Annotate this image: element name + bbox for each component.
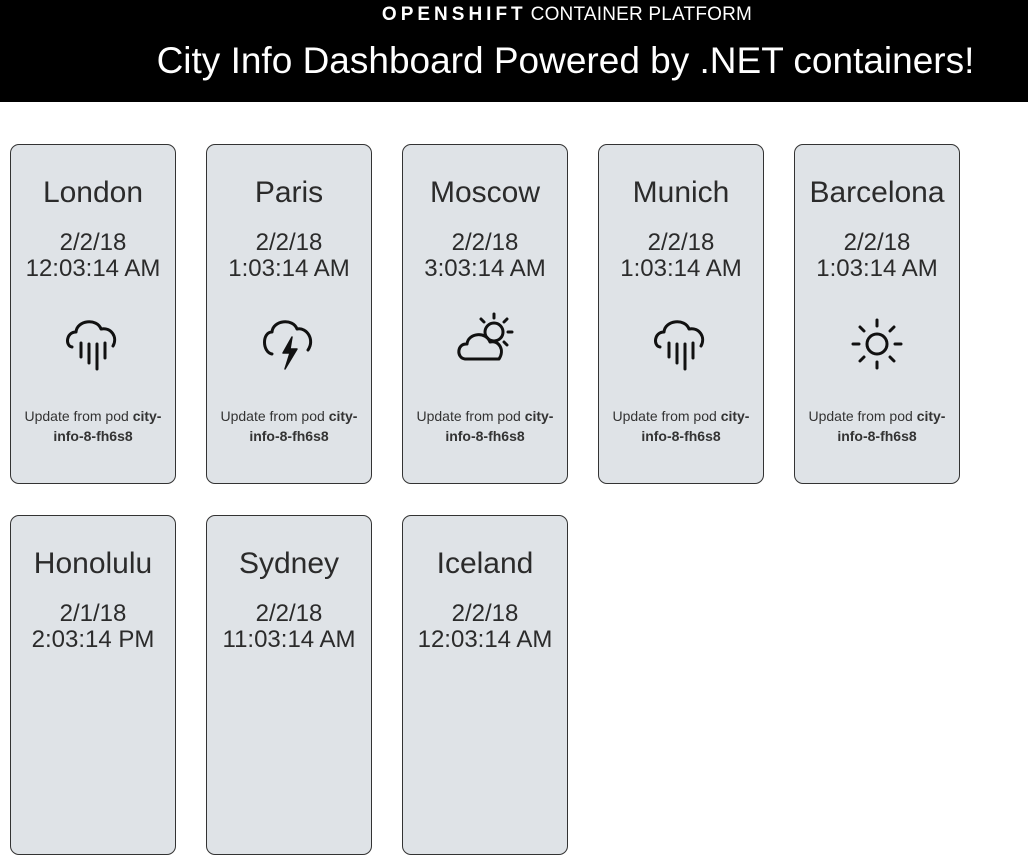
- city-date: 2/2/18: [59, 229, 127, 256]
- page-title: City Info Dashboard Powered by .NET cont…: [156, 40, 975, 81]
- top-banner: OPENSHIFT CONTAINER PLATFORM City Info Da…: [0, 0, 1028, 102]
- city-date: 2/1/18: [59, 600, 127, 627]
- pod-update: Update from pod city-info-8-fh6s8: [215, 406, 363, 446]
- city-name: Barcelona: [809, 176, 945, 209]
- city-date: 2/2/18: [255, 229, 323, 256]
- city-time: 3:03:14 AM: [424, 255, 546, 282]
- city-card-moscow: Moscow 2/2/18 3:03:14 AM Update from pod…: [402, 144, 568, 484]
- city-time: 1:03:14 AM: [228, 255, 350, 282]
- rain-icon: [63, 310, 123, 374]
- city-card-iceland: Iceland 2/2/18 12:03:14 AM: [402, 515, 568, 855]
- city-time: 12:03:14 AM: [417, 626, 553, 653]
- city-time: 1:03:14 AM: [620, 255, 742, 282]
- pod-update: Update from pod city-info-8-fh6s8: [803, 406, 951, 446]
- pod-update: Update from pod city-info-8-fh6s8: [19, 406, 167, 446]
- city-name: London: [42, 176, 144, 209]
- city-time: 11:03:14 AM: [222, 626, 356, 653]
- pod-update-label: Update from pod: [220, 408, 325, 424]
- pod-update-label: Update from pod: [24, 408, 129, 424]
- pod-update: Update from pod city-info-8-fh6s8: [411, 406, 559, 446]
- pod-update: Update from pod city-info-8-fh6s8: [607, 406, 755, 446]
- city-card-london: London 2/2/18 12:03:14 AM Update from po…: [10, 144, 176, 484]
- brand-name: OPENSHIFT: [381, 4, 527, 25]
- city-name: Munich: [632, 176, 730, 209]
- city-card-honolulu: Honolulu 2/1/18 2:03:14 PM: [10, 515, 176, 855]
- sun-icon: [847, 310, 907, 374]
- city-name: Iceland: [436, 547, 534, 580]
- city-date: 2/2/18: [451, 600, 519, 627]
- brand-product: CONTAINER PLATFORM: [530, 4, 753, 25]
- city-name: Paris: [254, 176, 324, 209]
- city-card-paris: Paris 2/2/18 1:03:14 AM Update from pod …: [206, 144, 372, 484]
- thunderstorm-icon: [259, 310, 319, 374]
- city-name: Moscow: [429, 176, 541, 209]
- city-date: 2/2/18: [843, 229, 911, 256]
- city-time: 1:03:14 AM: [816, 255, 938, 282]
- pod-update-label: Update from pod: [416, 408, 521, 424]
- brand-logo: OPENSHIFT CONTAINER PLATFORM: [0, 4, 1028, 26]
- city-date: 2/2/18: [647, 229, 715, 256]
- city-name: Sydney: [238, 547, 340, 580]
- city-name: Honolulu: [33, 547, 153, 580]
- city-card-barcelona: Barcelona 2/2/18 1:03:14 AM Update from …: [794, 144, 960, 484]
- city-card-munich: Munich 2/2/18 1:03:14 AM Update from pod…: [598, 144, 764, 484]
- partly-cloudy-icon: [455, 310, 515, 374]
- city-date: 2/2/18: [451, 229, 519, 256]
- city-card-sydney: Sydney 2/2/18 11:03:14 AM: [206, 515, 372, 855]
- city-time: 2:03:14 PM: [31, 626, 155, 653]
- rain-icon: [651, 310, 711, 374]
- pod-update-label: Update from pod: [612, 408, 717, 424]
- city-date: 2/2/18: [255, 600, 323, 627]
- city-time: 12:03:14 AM: [25, 255, 161, 282]
- pod-update-label: Update from pod: [808, 408, 913, 424]
